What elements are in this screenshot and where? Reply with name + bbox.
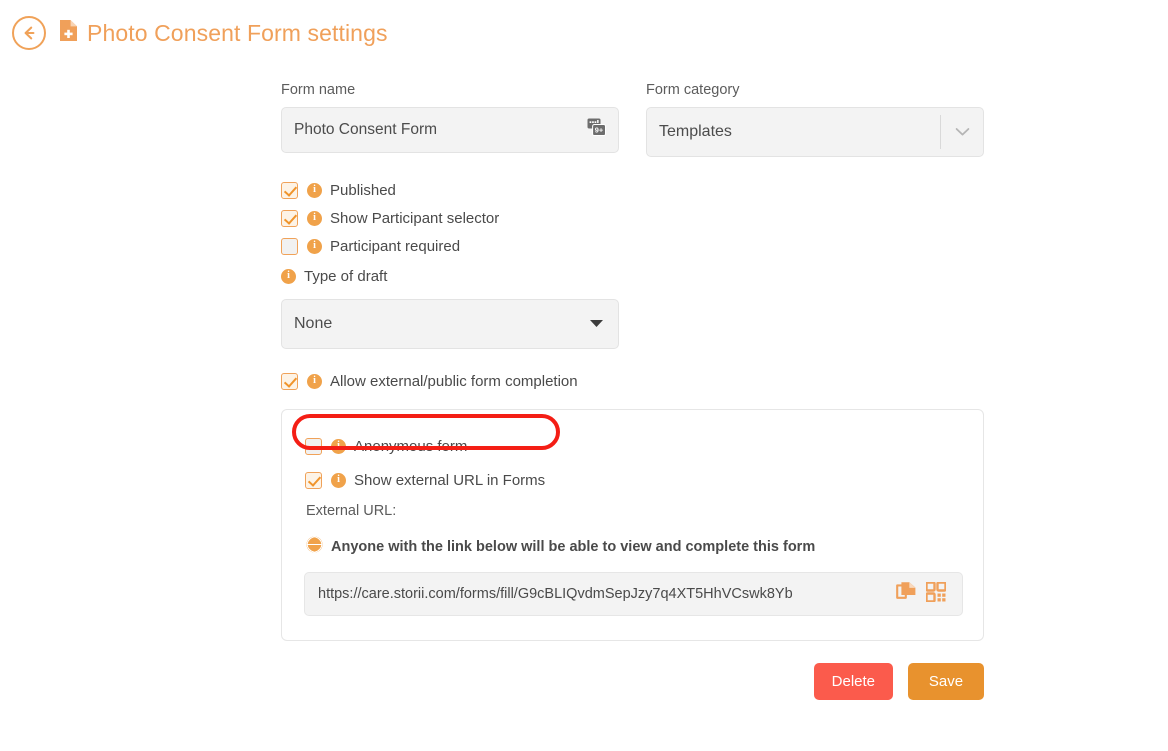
allow-external-option-row: i Allow external/public form completion	[281, 367, 984, 395]
participant-required-checkbox[interactable]	[281, 237, 298, 255]
form-category-value: Templates	[659, 123, 732, 140]
show-participant-selector-checkbox[interactable]	[281, 209, 298, 227]
type-of-draft-select[interactable]: None	[281, 299, 619, 349]
back-arrow-icon	[19, 23, 39, 43]
allow-external-checkbox[interactable]	[281, 372, 298, 390]
page-header: Photo Consent Form settings	[0, 0, 1168, 66]
chevron-down-icon[interactable]	[941, 127, 983, 137]
type-of-draft-group: i Type of draft None	[281, 262, 984, 349]
form-name-value: Photo Consent Form	[294, 121, 438, 138]
type-of-draft-label-row: i Type of draft	[281, 262, 984, 290]
info-icon[interactable]: i	[307, 210, 322, 226]
published-checkbox[interactable]	[281, 181, 298, 199]
allow-external-label: Allow external/public form completion	[330, 372, 578, 390]
external-link-warning-text: Anyone with the link below will be able …	[331, 539, 816, 555]
form-name-group: Form name Photo Consent Form 9+	[281, 82, 619, 157]
anonymous-form-label: Anonymous form	[354, 437, 468, 455]
form-settings-area: Form name Photo Consent Form 9+ Form cat…	[281, 82, 984, 700]
anonymous-form-option-row: i Anonymous form	[305, 432, 963, 460]
external-url-label: External URL:	[306, 503, 397, 519]
form-action-buttons: Delete Save	[281, 663, 984, 700]
form-category-select[interactable]: Templates	[646, 107, 984, 157]
info-icon[interactable]: i	[281, 268, 296, 284]
form-options-list: i Published i Show Participant selector …	[281, 176, 984, 260]
participant-required-option-row: i Participant required	[281, 232, 984, 260]
info-icon[interactable]: i	[331, 472, 346, 488]
url-action-icons	[896, 580, 947, 607]
form-name-label: Form name	[281, 82, 356, 98]
form-add-icon	[59, 19, 78, 47]
globe-icon	[306, 536, 323, 558]
back-button[interactable]	[12, 16, 46, 50]
published-option-row: i Published	[281, 176, 984, 204]
type-of-draft-value: None	[294, 315, 333, 332]
info-icon[interactable]: i	[331, 438, 346, 454]
show-participant-selector-label: Show Participant selector	[330, 209, 500, 227]
participant-required-label: Participant required	[330, 237, 461, 255]
form-category-label: Form category	[646, 82, 740, 98]
translations-icon[interactable]: 9+	[587, 118, 606, 142]
external-url-field[interactable]: https://care.storii.com/forms/fill/G9cBL…	[304, 572, 963, 616]
info-icon[interactable]: i	[307, 373, 322, 389]
external-url-value: https://care.storii.com/forms/fill/G9cBL…	[318, 586, 793, 602]
caret-down-icon[interactable]	[589, 315, 604, 333]
show-participant-selector-option-row: i Show Participant selector	[281, 204, 984, 232]
show-external-url-option-row: i Show external URL in Forms	[305, 466, 963, 494]
qr-code-icon[interactable]	[925, 580, 947, 607]
show-external-url-label: Show external URL in Forms	[354, 471, 546, 489]
info-icon[interactable]: i	[307, 182, 322, 198]
info-icon[interactable]: i	[307, 238, 322, 254]
published-label: Published	[330, 181, 396, 199]
page-title: Photo Consent Form settings	[87, 19, 388, 46]
copy-icon[interactable]	[896, 581, 917, 607]
delete-button[interactable]: Delete	[813, 663, 893, 700]
external-link-warning: Anyone with the link below will be able …	[306, 536, 963, 558]
form-category-group: Form category Templates	[646, 82, 984, 157]
save-button[interactable]: Save	[908, 663, 984, 700]
show-external-url-in-forms-checkbox[interactable]	[305, 471, 322, 489]
svg-text:9+: 9+	[595, 126, 604, 135]
name-category-row: Form name Photo Consent Form 9+ Form cat…	[281, 82, 984, 157]
form-name-input[interactable]: Photo Consent Form 9+	[281, 107, 619, 153]
external-settings-panel: i Anonymous form i Show external URL in …	[281, 409, 984, 641]
type-of-draft-label: Type of draft	[304, 267, 388, 285]
anonymous-form-checkbox[interactable]	[305, 437, 322, 455]
